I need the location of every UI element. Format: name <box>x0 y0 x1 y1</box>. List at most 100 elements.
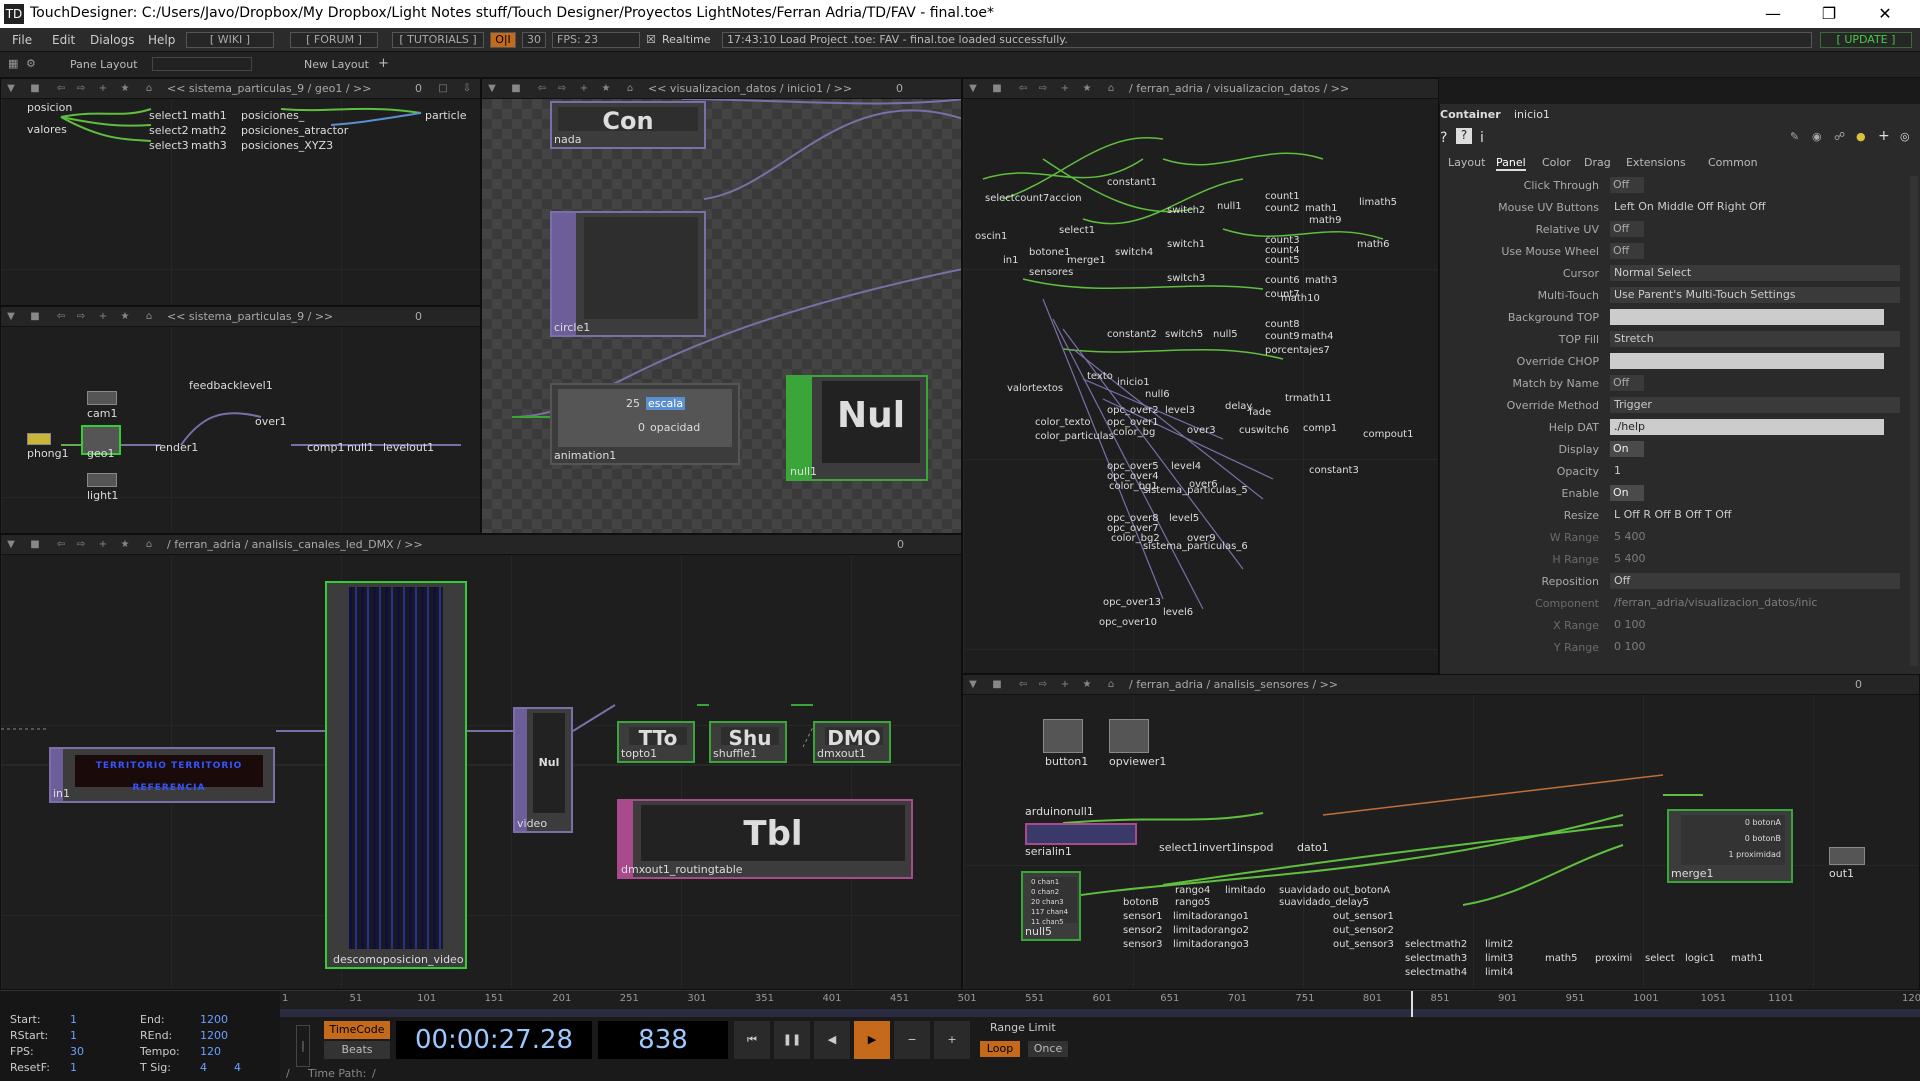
tab-common[interactable]: Common <box>1708 156 1758 169</box>
pause-icon[interactable]: ❚❚ <box>774 1021 810 1059</box>
update-button[interactable]: [ UPDATE ] <box>1820 32 1912 48</box>
pin-icon[interactable]: ⚙ <box>26 57 36 70</box>
back-icon[interactable]: ⇦ <box>55 83 67 95</box>
node-null5-p4[interactable]: null5 <box>1213 329 1238 340</box>
pane-type-icon[interactable]: ■ <box>29 83 41 95</box>
node-opc-over13[interactable]: opc_over13 <box>1103 597 1161 608</box>
node-out1-box[interactable] <box>1829 847 1865 865</box>
network-pane-inicio1[interactable]: ▼ ■ ⇦ ⇨ + ★ ⌂ << visualizacion_datos / i… <box>481 78 962 534</box>
node-count9[interactable]: count9 <box>1265 331 1300 342</box>
back-icon[interactable]: ⇦ <box>55 311 67 323</box>
star-icon[interactable]: ★ <box>1081 679 1093 691</box>
node-dato1[interactable]: dato1 <box>1297 841 1329 854</box>
split-pane-icon[interactable]: ⇩ <box>461 83 473 95</box>
comment-icon[interactable]: ◉ <box>1812 130 1822 143</box>
home-icon[interactable]: ⌂ <box>1105 679 1117 691</box>
node-select1-p4[interactable]: select1 <box>1059 225 1095 236</box>
start-value[interactable]: 1 <box>70 1013 77 1026</box>
node-null1[interactable]: Nul null1 <box>786 375 928 481</box>
param-dropdown[interactable]: Trigger <box>1610 397 1900 413</box>
node-nada[interactable]: Con nada <box>550 101 706 149</box>
python-icon[interactable]: ● <box>1856 130 1866 143</box>
pane-path[interactable]: << sistema_particulas_9 / geo1 / >> <box>167 82 371 95</box>
timeline-range-bar[interactable] <box>280 1009 1920 1017</box>
node-switch3[interactable]: switch3 <box>1167 273 1205 284</box>
tab-extensions[interactable]: Extensions <box>1626 156 1686 169</box>
node-level5[interactable]: level5 <box>1169 513 1199 524</box>
add-param-icon[interactable]: + <box>1878 128 1890 144</box>
node-merge1-p4[interactable]: merge1 <box>1067 255 1106 266</box>
node-particle[interactable]: particle <box>425 109 467 122</box>
node-math6[interactable]: math6 <box>1357 239 1390 250</box>
pane-menu-icon[interactable]: ▼ <box>5 311 17 323</box>
node-constant3[interactable]: constant3 <box>1309 465 1359 476</box>
node-select-p6[interactable]: select <box>1645 953 1675 964</box>
param-dropdown[interactable]: Stretch <box>1610 331 1900 347</box>
home-icon[interactable]: ⌂ <box>624 83 636 95</box>
node-math10[interactable]: math10 <box>1281 293 1320 304</box>
add-icon[interactable]: + <box>97 311 109 323</box>
node-sensor3[interactable]: sensor3 <box>1123 939 1163 950</box>
node-select1[interactable]: select1 <box>149 109 189 122</box>
node-out-sensor3[interactable]: out_sensor3 <box>1333 939 1394 950</box>
node-posiciones-xyz3[interactable]: posiciones_XYZ3 <box>241 139 333 152</box>
node-dmxout1[interactable]: DMO dmxout1 <box>813 721 891 763</box>
node-null1-p4[interactable]: null1 <box>1217 201 1242 212</box>
node-select3[interactable]: select3 <box>149 139 189 152</box>
params-scrollbar[interactable] <box>1910 176 1918 666</box>
node-limitado[interactable]: limitado <box>1225 885 1266 896</box>
node-opc-over10[interactable]: opc_over10 <box>1099 617 1157 628</box>
realtime-checkbox-icon[interactable]: ☒ <box>646 33 656 46</box>
node-topto1[interactable]: TTo topto1 <box>617 721 695 763</box>
param-toggle[interactable]: Off <box>1610 221 1644 237</box>
node-shuffle1[interactable]: Shu shuffle1 <box>709 721 787 763</box>
node-level6[interactable]: level6 <box>1163 607 1193 618</box>
minimize-button[interactable]: — <box>1750 2 1796 26</box>
forward-icon[interactable]: ⇨ <box>1037 679 1049 691</box>
beats-button[interactable]: Beats <box>324 1041 390 1059</box>
pane-type-icon[interactable]: ■ <box>991 679 1003 691</box>
param-toggle[interactable]: Off <box>1610 375 1644 391</box>
node-limit3[interactable]: limit3 <box>1485 953 1513 964</box>
timeline-toggle[interactable]: | <box>296 1025 310 1067</box>
pane-menu-icon[interactable]: ▼ <box>967 83 979 95</box>
node-comp1[interactable]: comp1 <box>307 441 344 454</box>
home-icon[interactable]: ⌂ <box>143 539 155 551</box>
node-suavidado-delay5[interactable]: suavidado_delay5 <box>1279 897 1369 908</box>
param-field[interactable] <box>1610 309 1884 325</box>
node-math4[interactable]: math4 <box>1301 331 1334 342</box>
network-pane-visualizacion-datos[interactable]: ▼ ■ ⇦ ⇨ + ★ ⌂ / ferran_adria / visualiza… <box>962 78 1439 674</box>
add-icon[interactable]: + <box>97 539 109 551</box>
node-feedbacklevel1[interactable]: feedbacklevel1 <box>189 379 273 392</box>
node-out-botona[interactable]: out_botonA <box>1333 885 1390 896</box>
star-icon[interactable]: ★ <box>600 83 612 95</box>
node-null6[interactable]: null6 <box>1145 389 1170 400</box>
network-pane-analisis-sensores[interactable]: ▼ ■ ⇦ ⇨ + ★ ⌂ / ferran_adria / analisis_… <box>962 674 1920 990</box>
node-level4[interactable]: level4 <box>1171 461 1201 472</box>
pane-type-icon[interactable]: ■ <box>510 83 522 95</box>
loop-button[interactable]: Loop <box>980 1041 1020 1057</box>
pane-menu-icon[interactable]: ▼ <box>967 679 979 691</box>
node-over1[interactable]: over1 <box>255 415 287 428</box>
node-count5[interactable]: count5 <box>1265 255 1300 266</box>
node-light1[interactable]: light1 <box>87 489 118 502</box>
timecode-display[interactable]: 00:00:27.28 <box>396 1021 592 1059</box>
node-out-sensor2[interactable]: out_sensor2 <box>1333 925 1394 936</box>
param-op-name[interactable]: inicio1 <box>1514 108 1550 121</box>
node-suavidado[interactable]: suavidado <box>1279 885 1330 896</box>
node-light1-box[interactable] <box>87 473 117 487</box>
tab-color[interactable]: Color <box>1542 156 1571 169</box>
node-serialin1[interactable]: serialin1 <box>1025 845 1072 858</box>
node-cam1-box[interactable] <box>87 391 117 405</box>
plus-icon[interactable]: + <box>934 1021 970 1059</box>
node-botonb[interactable]: botonB <box>1123 897 1159 908</box>
node-phong1[interactable]: phong1 <box>27 447 69 460</box>
cook-toggle[interactable]: O|I <box>490 32 516 48</box>
tempo-value[interactable]: 120 <box>200 1045 221 1058</box>
param-toggle[interactable]: On <box>1610 485 1644 501</box>
node-null5-p6[interactable]: 0 chan1 0 chan2 20 chan3 117 chan4 11 ch… <box>1021 871 1081 941</box>
back-icon[interactable]: ⇦ <box>536 83 548 95</box>
step-back-icon[interactable]: ◀ <box>814 1021 850 1059</box>
node-video[interactable]: Nul video <box>513 707 573 833</box>
node-botone1[interactable]: botone1 <box>1029 247 1070 258</box>
